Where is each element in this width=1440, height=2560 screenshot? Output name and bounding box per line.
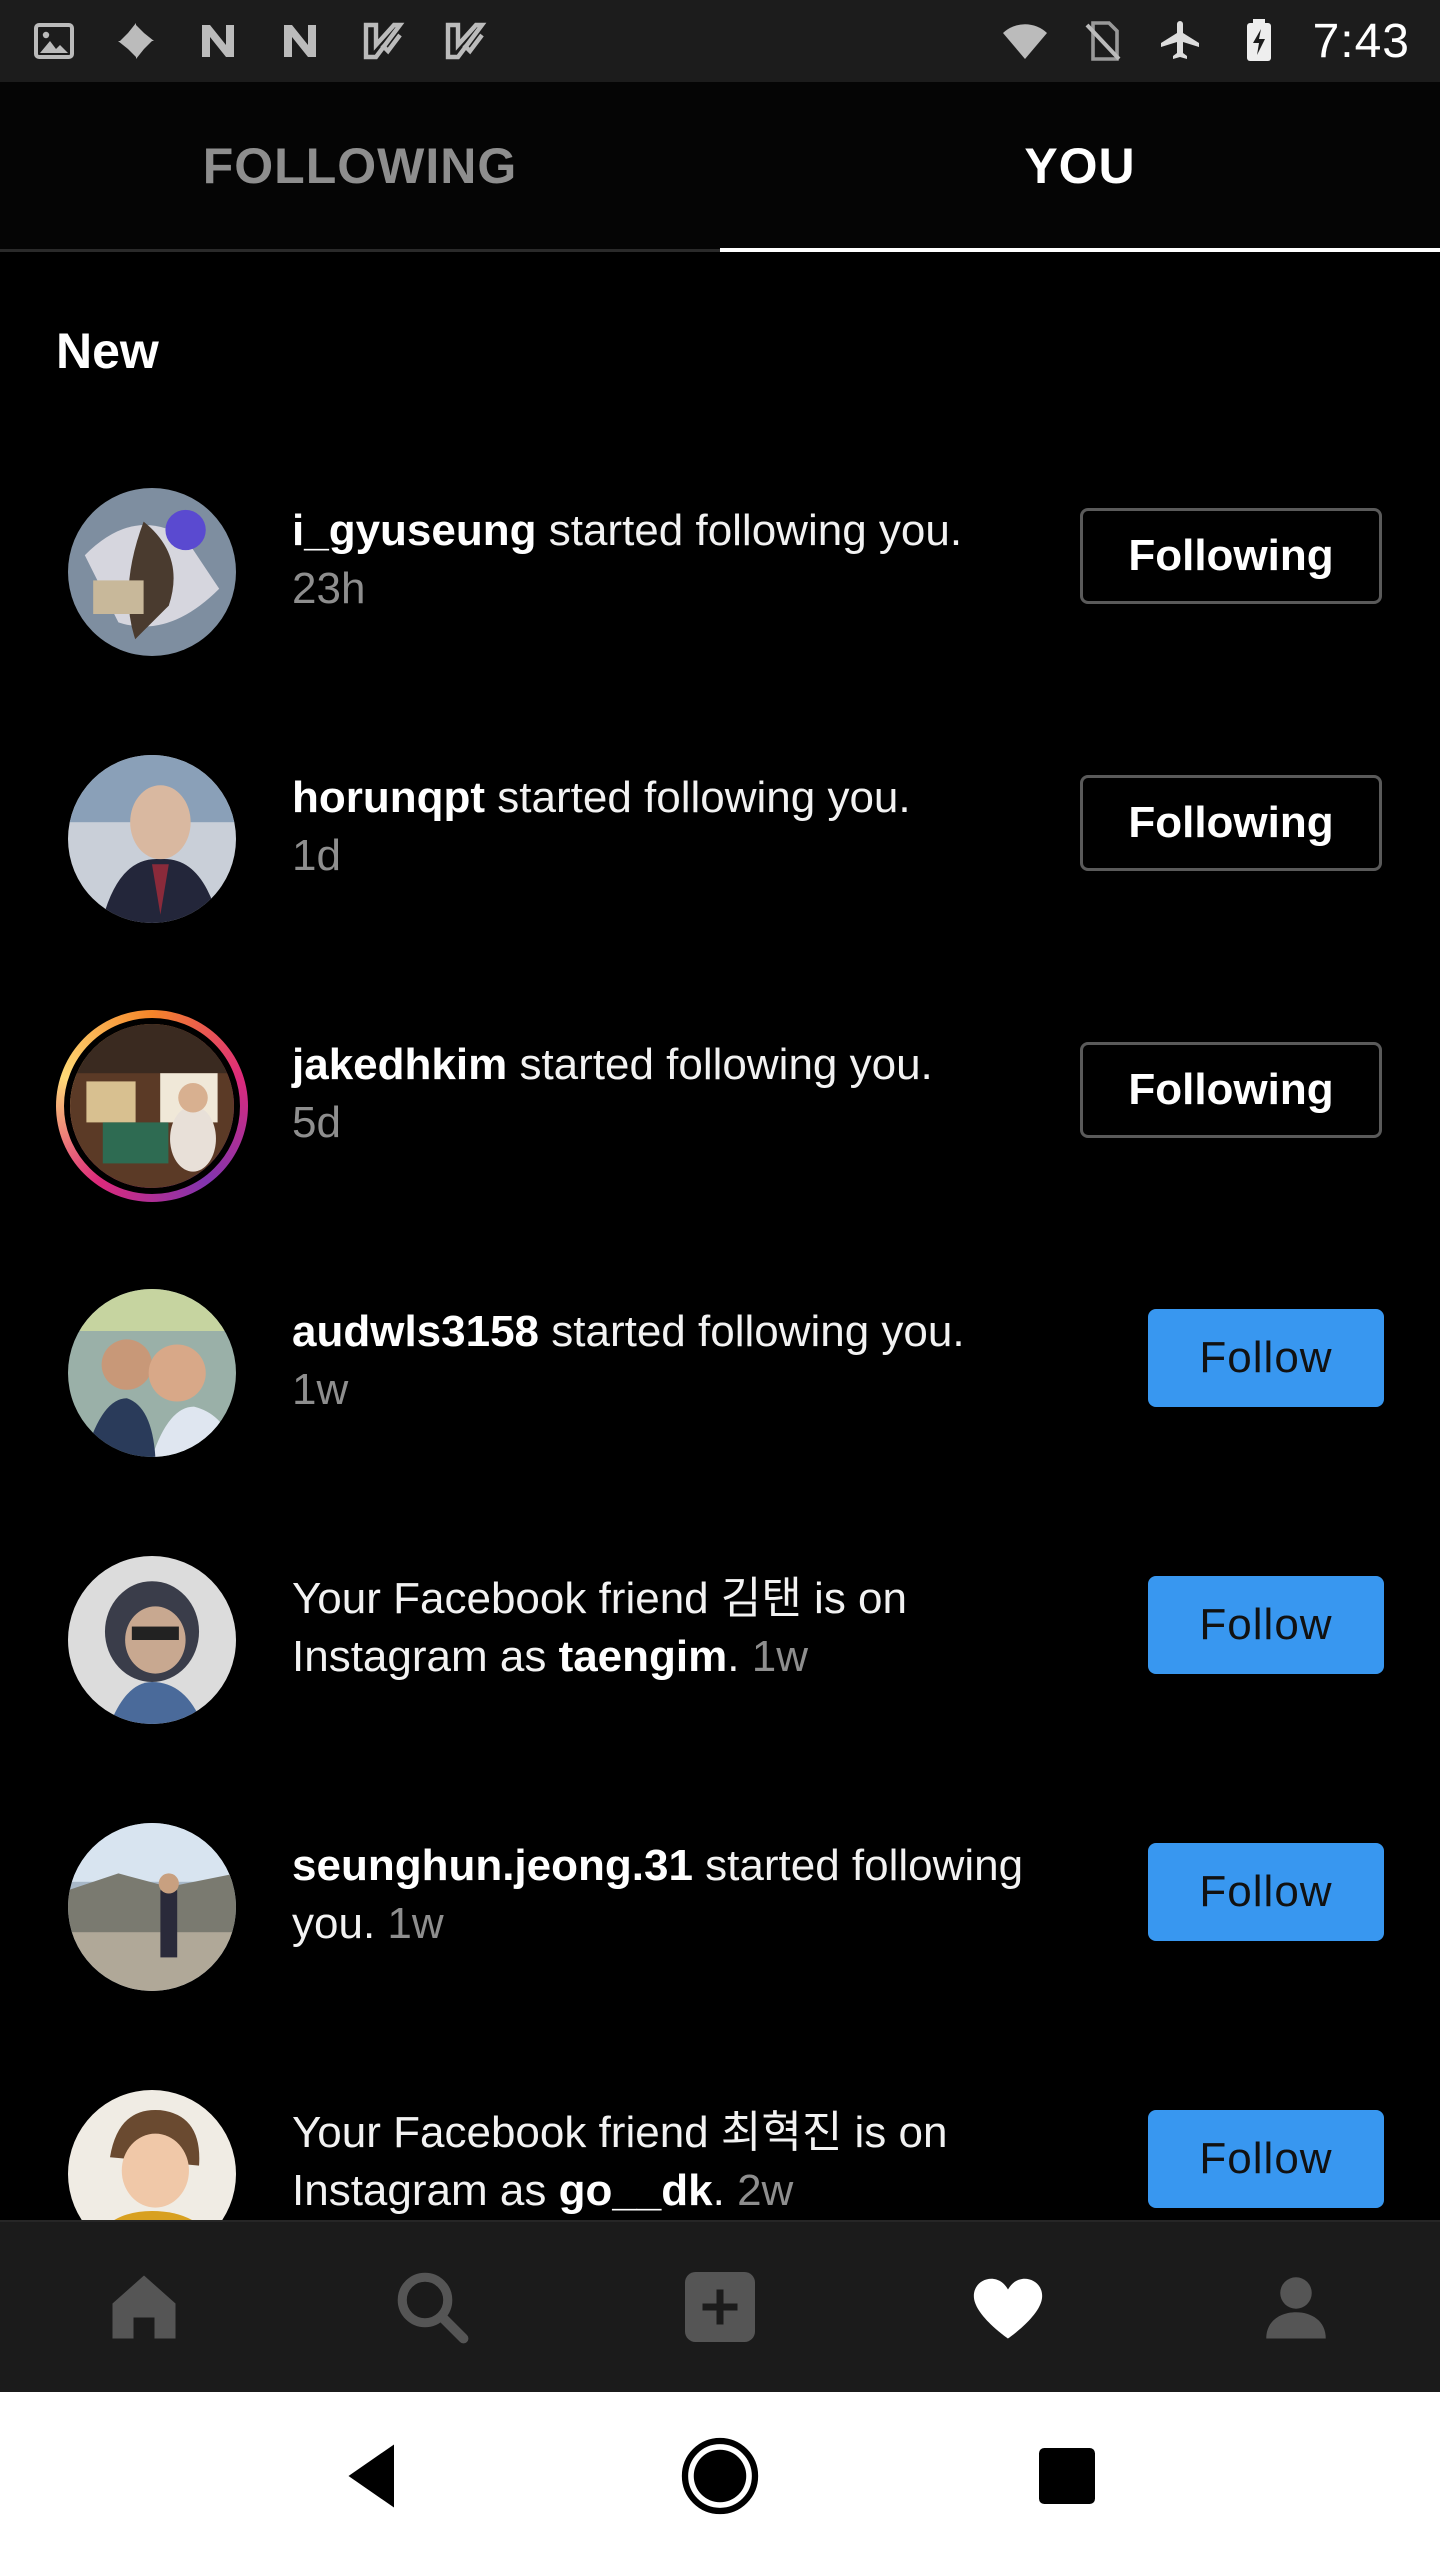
avatar[interactable]	[68, 488, 236, 656]
section-title: New	[56, 323, 159, 379]
notification-time: 2w	[737, 2166, 794, 2215]
notification-time: 1d	[292, 831, 341, 880]
nav-profile[interactable]	[1236, 2247, 1356, 2367]
notification-row[interactable]: Your Facebook friend 최혁진 is on Instagram…	[0, 2080, 1440, 2220]
nav-home[interactable]	[84, 2247, 204, 2367]
notification-text: jakedhkim started following you. 5d	[292, 1036, 1092, 1152]
n-logo-icon	[194, 17, 242, 65]
bottom-nav	[0, 2220, 1440, 2392]
notification-punctuation: .	[727, 1632, 752, 1681]
check-badge-icon	[358, 17, 406, 65]
system-recents-button[interactable]	[1017, 2426, 1117, 2526]
follow-button[interactable]: Follow	[1148, 2110, 1384, 2208]
heart-icon	[973, 2278, 1043, 2339]
notification-text: audwls3158 started following you. 1w	[292, 1303, 1092, 1419]
pinwheel-icon	[112, 17, 160, 65]
username[interactable]: taengim	[559, 1632, 728, 1681]
following-button[interactable]: Following	[1080, 508, 1382, 604]
username[interactable]: jakedhkim	[292, 1040, 507, 1089]
follow-button[interactable]: Follow	[1148, 1309, 1384, 1407]
nav-activity[interactable]	[948, 2247, 1068, 2367]
notification-time: 5d	[292, 1098, 341, 1147]
username[interactable]: i_gyuseung	[292, 506, 537, 555]
check-badge-icon	[440, 17, 488, 65]
status-bar: 7:43	[0, 0, 1440, 82]
home-circle-icon	[681, 2437, 759, 2515]
notification-row[interactable]: horunqpt started following you. 1d Follo…	[0, 745, 1440, 945]
avatar[interactable]	[68, 1823, 236, 1991]
image-icon	[30, 17, 78, 65]
recents-icon	[1038, 2448, 1095, 2504]
notification-text: seunghun.jeong.31 started following you.…	[292, 1837, 1092, 1953]
activity-tabs: FOLLOWING YOU	[0, 82, 1440, 252]
notification-message: started following you.	[507, 1040, 933, 1089]
username[interactable]: horunqpt	[292, 773, 485, 822]
notification-row[interactable]: seunghun.jeong.31 started following you.…	[0, 1813, 1440, 2013]
notification-message: started following you.	[485, 773, 911, 822]
no-sim-icon	[1079, 17, 1127, 65]
avatar-story-ring[interactable]	[56, 1010, 248, 1202]
notification-text: Your Facebook friend 김탠 is on Instagram …	[292, 1570, 1092, 1686]
notifications-feed[interactable]: New i_gyuseung started following you. 23…	[0, 252, 1440, 2220]
notification-time: 1w	[387, 1899, 444, 1948]
battery-charging-icon	[1235, 17, 1283, 65]
username[interactable]: go__dk	[559, 2166, 713, 2215]
username[interactable]: audwls3158	[292, 1307, 539, 1356]
status-time: 7:43	[1312, 14, 1410, 68]
nav-add-post[interactable]	[660, 2247, 780, 2367]
search-icon	[397, 2272, 469, 2344]
status-left-icons	[30, 17, 488, 65]
notification-punctuation: .	[712, 2166, 738, 2215]
notification-time: 23h	[292, 564, 366, 613]
n-logo-icon	[276, 17, 324, 65]
follow-button[interactable]: Follow	[1148, 1576, 1384, 1674]
system-back-button[interactable]	[323, 2426, 423, 2526]
notification-text: i_gyuseung started following you. 23h	[292, 502, 1092, 618]
notification-text: horunqpt started following you. 1d	[292, 769, 1092, 885]
avatar[interactable]	[68, 1289, 236, 1457]
system-home-button[interactable]	[670, 2426, 770, 2526]
follow-button[interactable]: Follow	[1148, 1843, 1384, 1941]
nav-search[interactable]	[372, 2247, 492, 2367]
following-button[interactable]: Following	[1080, 1042, 1382, 1138]
add-post-icon	[685, 2272, 755, 2342]
notification-message: started following you.	[539, 1307, 965, 1356]
tab-you[interactable]: YOU	[720, 82, 1440, 252]
wifi-icon	[1001, 17, 1049, 65]
notification-row[interactable]: jakedhkim started following you. 5d Foll…	[0, 1010, 1440, 1212]
notification-row[interactable]: audwls3158 started following you. 1w Fol…	[0, 1279, 1440, 1479]
profile-icon	[1266, 2277, 1326, 2339]
back-icon	[348, 2444, 395, 2508]
notification-text: Your Facebook friend 최혁진 is on Instagram…	[292, 2104, 1092, 2220]
notification-message: started following you.	[536, 506, 963, 555]
avatar[interactable]	[68, 1556, 236, 1724]
status-right-icons: 7:43	[1001, 14, 1410, 69]
airplane-icon	[1157, 17, 1205, 65]
avatar[interactable]	[68, 2090, 236, 2220]
notification-row[interactable]: i_gyuseung started following you. 23h Fo…	[0, 478, 1440, 678]
tab-following[interactable]: FOLLOWING	[0, 82, 720, 249]
following-button[interactable]: Following	[1080, 775, 1382, 871]
home-icon	[112, 2275, 176, 2339]
notification-time: 1w	[751, 1632, 808, 1681]
avatar[interactable]	[68, 755, 236, 923]
notification-row[interactable]: Your Facebook friend 김탠 is on Instagram …	[0, 1546, 1440, 1746]
username[interactable]: seunghun.jeong.31	[292, 1841, 693, 1890]
system-nav-bar	[0, 2392, 1440, 2560]
notification-time: 1w	[292, 1365, 349, 1414]
